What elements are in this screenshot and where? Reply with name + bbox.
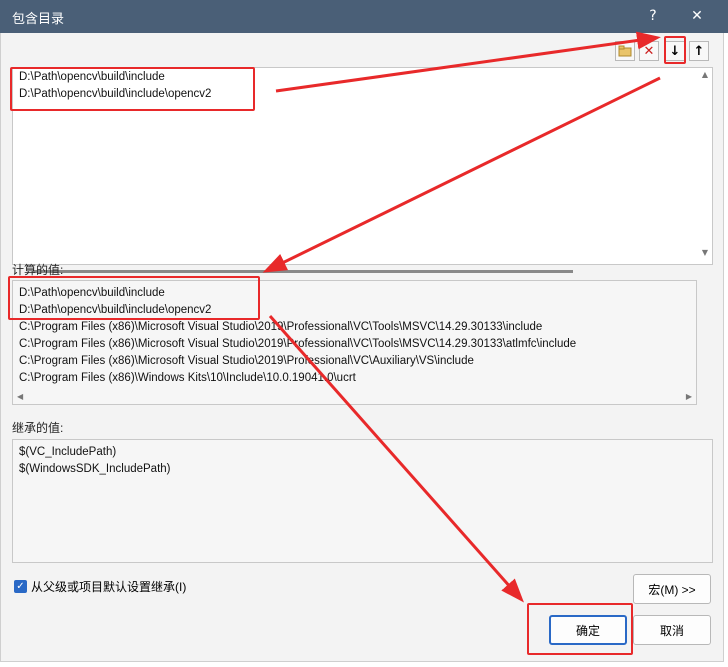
move-down-button[interactable]: ↓ (665, 41, 685, 61)
move-up-button[interactable]: ↑ (689, 41, 709, 61)
delete-button[interactable]: ✕ (639, 41, 659, 61)
inherit-checkbox-label[interactable]: 从父级或项目默认设置继承(I) (31, 578, 186, 595)
new-folder-icon (618, 45, 632, 57)
inherited-line: $(WindowsSDK_IncludePath) (19, 463, 171, 475)
scroll-down-arrow[interactable]: ▼ (702, 248, 708, 257)
scroll-right-arrow[interactable]: ▶ (686, 392, 692, 401)
evaluated-line: C:\Program Files (x86)\Microsoft Visual … (19, 355, 474, 367)
close-button[interactable]: ✕ (682, 4, 712, 28)
new-line-button[interactable] (615, 41, 635, 61)
ok-button[interactable]: 确定 (549, 615, 627, 645)
inherit-checkbox[interactable]: ✓ (14, 580, 27, 593)
cancel-button[interactable]: 取消 (633, 615, 711, 645)
title-bar: 包含目录 ? ✕ (0, 0, 728, 33)
scroll-left-arrow[interactable]: ◀ (17, 392, 23, 401)
include-directories-dialog: ✕ ↓ ↑ D:\Path\opencv\build\include D:\Pa… (0, 33, 724, 662)
help-button[interactable]: ? (638, 4, 668, 28)
list-item[interactable]: D:\Path\opencv\build\include\opencv2 (19, 88, 211, 100)
inherited-line: $(VC_IncludePath) (19, 446, 117, 458)
evaluated-line: D:\Path\opencv\build\include (19, 287, 165, 299)
evaluated-line: D:\Path\opencv\build\include\opencv2 (19, 304, 212, 316)
inherited-pane: $(VC_IncludePath) $(WindowsSDK_IncludePa… (12, 439, 713, 563)
horizontal-scrollbar[interactable] (33, 270, 573, 273)
scroll-up-arrow[interactable]: ▲ (702, 70, 708, 79)
edit-list-pane[interactable]: D:\Path\opencv\build\include D:\Path\ope… (12, 67, 713, 273)
evaluated-line: C:\Program Files (x86)\Microsoft Visual … (19, 338, 577, 350)
evaluated-line: C:\Program Files (x86)\Windows Kits\10\I… (19, 372, 356, 384)
macros-button[interactable]: 宏(M) >> (633, 574, 711, 604)
inherited-label: 继承的值: (12, 421, 64, 435)
evaluated-pane: D:\Path\opencv\build\include D:\Path\ope… (12, 280, 697, 405)
window-title: 包含目录 (12, 12, 65, 27)
list-item[interactable]: D:\Path\opencv\build\include (19, 71, 165, 83)
evaluated-label: 计算的值: (12, 263, 64, 277)
evaluated-line: C:\Program Files (x86)\Microsoft Visual … (19, 321, 543, 333)
